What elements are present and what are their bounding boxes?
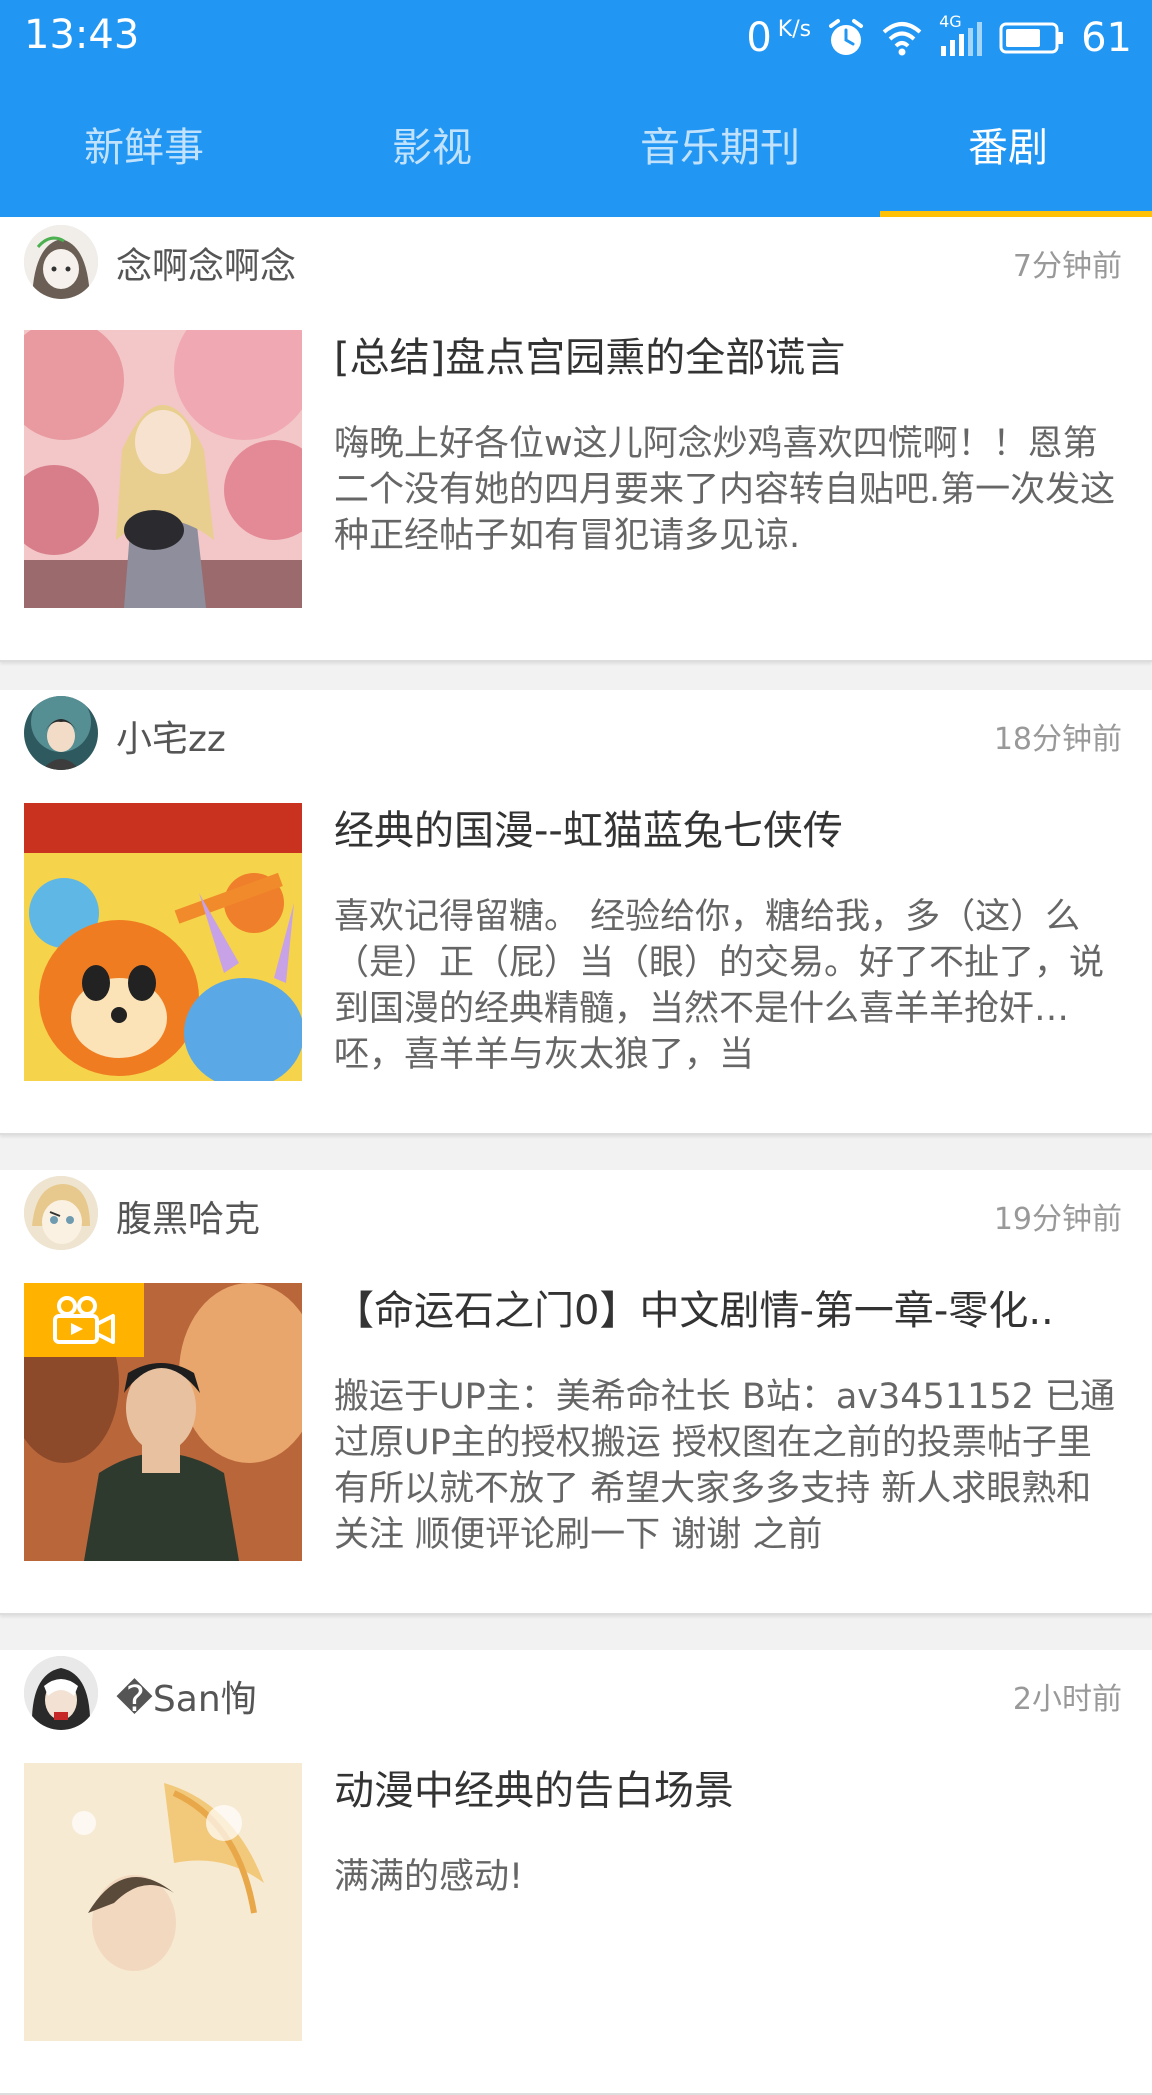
- avatar[interactable]: [24, 1176, 98, 1250]
- status-bar: 13:43 0 K/s 4G 61: [0, 0, 1152, 76]
- post-title[interactable]: 【命运石之门0】中文剧情-第一章-零化..: [334, 1278, 1124, 1336]
- wifi-icon: [881, 20, 923, 56]
- post-thumbnail[interactable]: [24, 330, 302, 608]
- post-card[interactable]: �San恂 2小时前 动漫中经典的告白场景 满满的感动!: [0, 1650, 1152, 2095]
- battery-icon: [999, 20, 1065, 56]
- post-excerpt[interactable]: 喜欢记得留糖。 经验给你，糖给我，多（这）么（是）正（屁）当（眼）的交易。好了不…: [334, 894, 1124, 1078]
- username[interactable]: 小宅zz: [116, 710, 226, 762]
- post-time: 2小时前: [1012, 1682, 1122, 1717]
- status-icons: 0 K/s 4G 61: [746, 12, 1132, 64]
- signal-icon: 4G: [939, 12, 983, 58]
- post-card[interactable]: 念啊念啊念 7分钟前 [总结]盘点宫园熏的全部谎言 嗨晚上好各位w这儿阿念炒鸡喜…: [0, 217, 1152, 662]
- avatar[interactable]: [24, 1656, 98, 1730]
- tab-bar: 新鲜事 影视 音乐期刊 番剧: [0, 100, 1152, 218]
- username[interactable]: 腹黑哈克: [116, 1190, 260, 1242]
- post-card[interactable]: 腹黑哈克 19分钟前 【命运石之门0】中文剧情-第一章-零化.. 搬运于UP主：…: [0, 1170, 1152, 1615]
- tab-anime-label: 番剧: [968, 125, 1048, 171]
- post-time: 19分钟前: [993, 1202, 1122, 1237]
- post-excerpt[interactable]: 嗨晚上好各位w这儿阿念炒鸡喜欢四慌啊！！恩第二个没有她的四月要来了内容转自贴吧.…: [334, 421, 1124, 559]
- battery-level: 61: [1081, 15, 1132, 61]
- tab-anime[interactable]: 番剧: [864, 100, 1152, 218]
- post-thumbnail[interactable]: [24, 1283, 302, 1561]
- post-title[interactable]: 动漫中经典的告白场景: [334, 1758, 1124, 1816]
- avatar[interactable]: [24, 225, 98, 299]
- network-type-label: 4G: [939, 12, 962, 31]
- post-thumbnail[interactable]: [24, 1763, 302, 2041]
- username[interactable]: 念啊念啊念: [116, 237, 296, 289]
- username[interactable]: �San恂: [116, 1670, 257, 1722]
- status-time: 13:43: [24, 12, 140, 58]
- alarm-icon: [827, 18, 865, 58]
- post-thumbnail[interactable]: [24, 803, 302, 1081]
- network-speed: 0 K/s: [746, 15, 811, 61]
- post-card[interactable]: 小宅zz 18分钟前 经典的国漫--虹猫蓝兔七侠传 喜欢记得留糖。 经验给你，糖…: [0, 690, 1152, 1135]
- post-time: 7分钟前: [1012, 249, 1122, 284]
- app-bar: 13:43 0 K/s 4G 61 新鲜事 影视 音乐期刊 番剧: [0, 0, 1152, 218]
- tab-film-tv[interactable]: 影视: [288, 100, 576, 218]
- video-badge: [24, 1283, 144, 1357]
- avatar[interactable]: [24, 696, 98, 770]
- post-title[interactable]: [总结]盘点宫园熏的全部谎言: [334, 325, 1124, 383]
- tab-news[interactable]: 新鲜事: [0, 100, 288, 218]
- network-speed-unit: K/s: [777, 17, 812, 42]
- post-title[interactable]: 经典的国漫--虹猫蓝兔七侠传: [334, 798, 1124, 856]
- tab-music-journal[interactable]: 音乐期刊: [576, 100, 864, 218]
- video-camera-icon: [53, 1296, 115, 1344]
- post-time: 18分钟前: [993, 722, 1122, 757]
- post-excerpt[interactable]: 满满的感动!: [334, 1854, 1124, 1900]
- network-speed-value: 0: [746, 15, 772, 61]
- post-excerpt[interactable]: 搬运于UP主：美希命社长 B站：av3451152 已通过原UP主的授权搬运 授…: [334, 1374, 1124, 1558]
